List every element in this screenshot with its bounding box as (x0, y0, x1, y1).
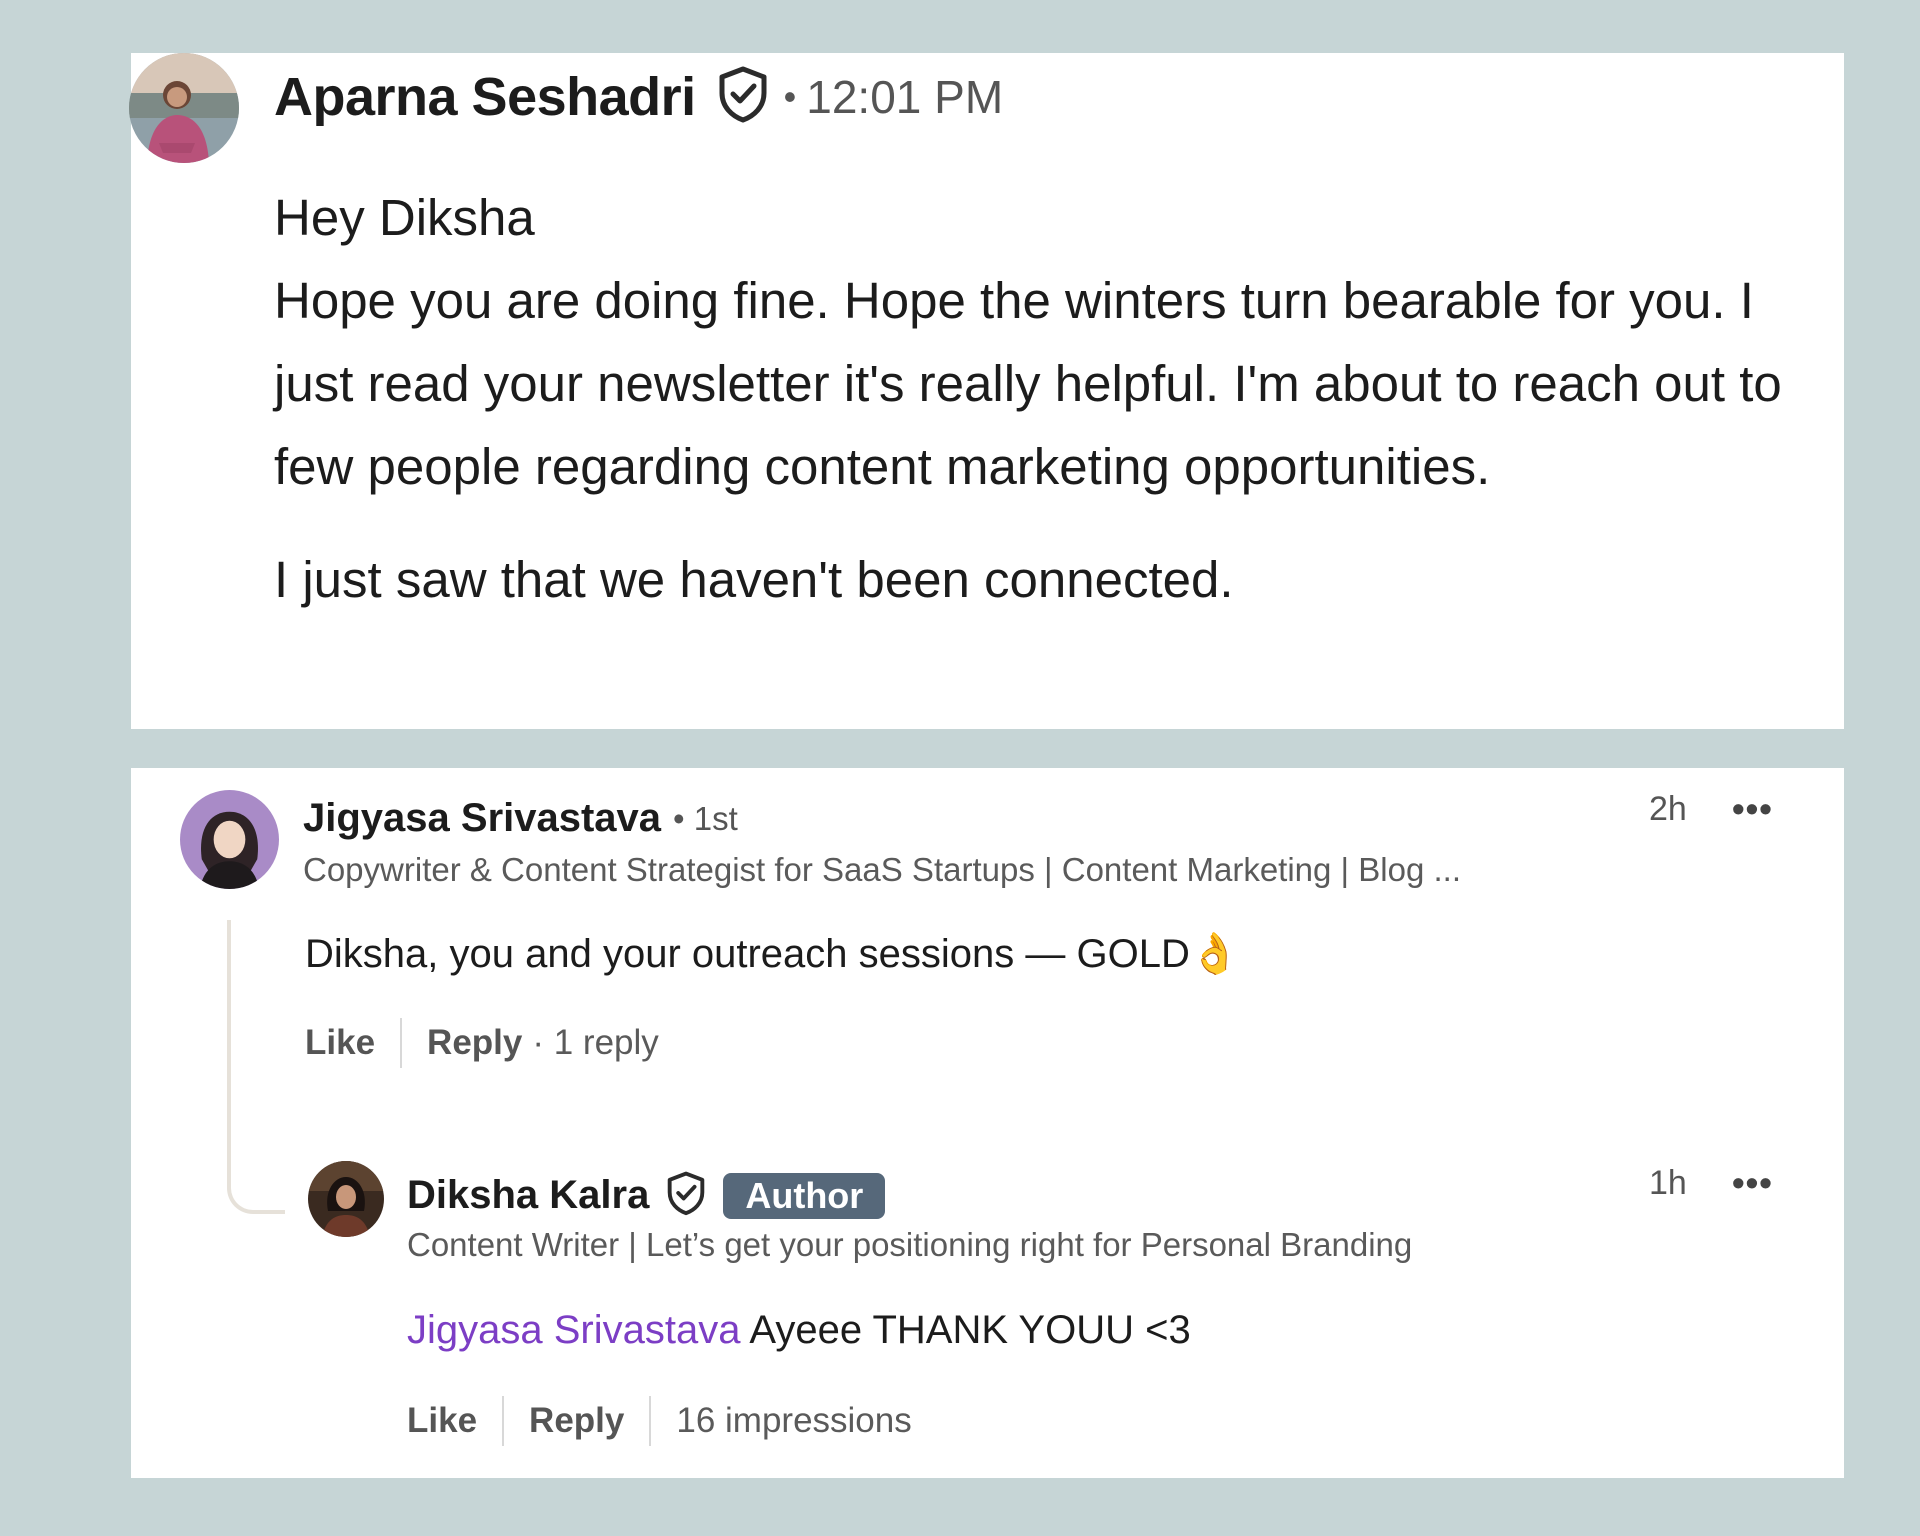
message-line: Hey Diksha (274, 189, 535, 246)
reply-author-headline: Content Writer | Let’s get your position… (407, 1226, 1413, 1263)
avatar-photo (129, 53, 239, 163)
reply-text: Jigyasa Srivastava Ayeee THANK YOUU <3 (407, 1308, 1191, 1353)
comments-card: Jigyasa Srivastava • 1st Copywriter & Co… (131, 768, 1844, 1478)
reply-message: Ayeee THANK YOUU <3 (749, 1308, 1191, 1352)
comment-time: 2h (1649, 790, 1687, 828)
reply-time: 1h (1649, 1164, 1687, 1202)
avatar-photo (180, 790, 279, 889)
comment-text: Diksha, you and your outreach sessions —… (305, 932, 1240, 976)
like-button[interactable]: Like (407, 1401, 477, 1441)
verified-shield-icon (665, 1170, 707, 1221)
verified-shield-icon (716, 65, 770, 128)
thread-line (227, 920, 285, 1214)
connection-degree: • 1st (673, 799, 738, 837)
message-paragraph: I just saw that we haven't been connecte… (274, 551, 1234, 608)
comment-author-headline: Copywriter & Content Strategist for SaaS… (303, 851, 1462, 888)
like-button[interactable]: Like (305, 1023, 375, 1063)
message-time: 12:01 PM (806, 70, 1004, 123)
author-badge: Author (723, 1172, 886, 1219)
message-header: Aparna Seshadri • 12:01 PM (274, 65, 1003, 128)
action-divider (649, 1396, 652, 1446)
comment-author-row: Jigyasa Srivastava • 1st (303, 796, 738, 841)
reply-button[interactable]: Reply (529, 1401, 624, 1441)
comment-actions: Like Reply · 1 reply (305, 1018, 659, 1068)
sender-name[interactable]: Aparna Seshadri (274, 66, 696, 128)
separator-dot: • (783, 75, 797, 117)
avatar-photo (308, 1161, 384, 1237)
mention-link[interactable]: Jigyasa Srivastava (407, 1308, 740, 1352)
message-card: Aparna Seshadri • 12:01 PM Hey Diksha Ho… (129, 53, 1844, 729)
impressions-count[interactable]: 16 impressions (676, 1401, 911, 1441)
reply-count[interactable]: · 1 reply (532, 1023, 658, 1063)
message-body: Hey Diksha Hope you are doing fine. Hope… (274, 176, 1834, 621)
reply-author-row: Diksha Kalra Author (407, 1170, 886, 1221)
more-options-icon[interactable]: ••• (1732, 788, 1773, 830)
reply-actions: Like Reply 16 impressions (407, 1396, 912, 1446)
reply-author-avatar[interactable] (308, 1161, 384, 1237)
comment-author-name[interactable]: Jigyasa Srivastava (303, 796, 661, 841)
action-divider (400, 1018, 403, 1068)
message-line: Hope you are doing fine. Hope the winter… (274, 272, 1782, 495)
reply-button[interactable]: Reply (427, 1023, 522, 1063)
reply-author-name[interactable]: Diksha Kalra (407, 1173, 649, 1218)
more-options-icon[interactable]: ••• (1732, 1162, 1773, 1204)
action-divider (502, 1396, 505, 1446)
commenter-avatar[interactable] (180, 790, 279, 889)
sender-avatar[interactable] (129, 53, 239, 163)
